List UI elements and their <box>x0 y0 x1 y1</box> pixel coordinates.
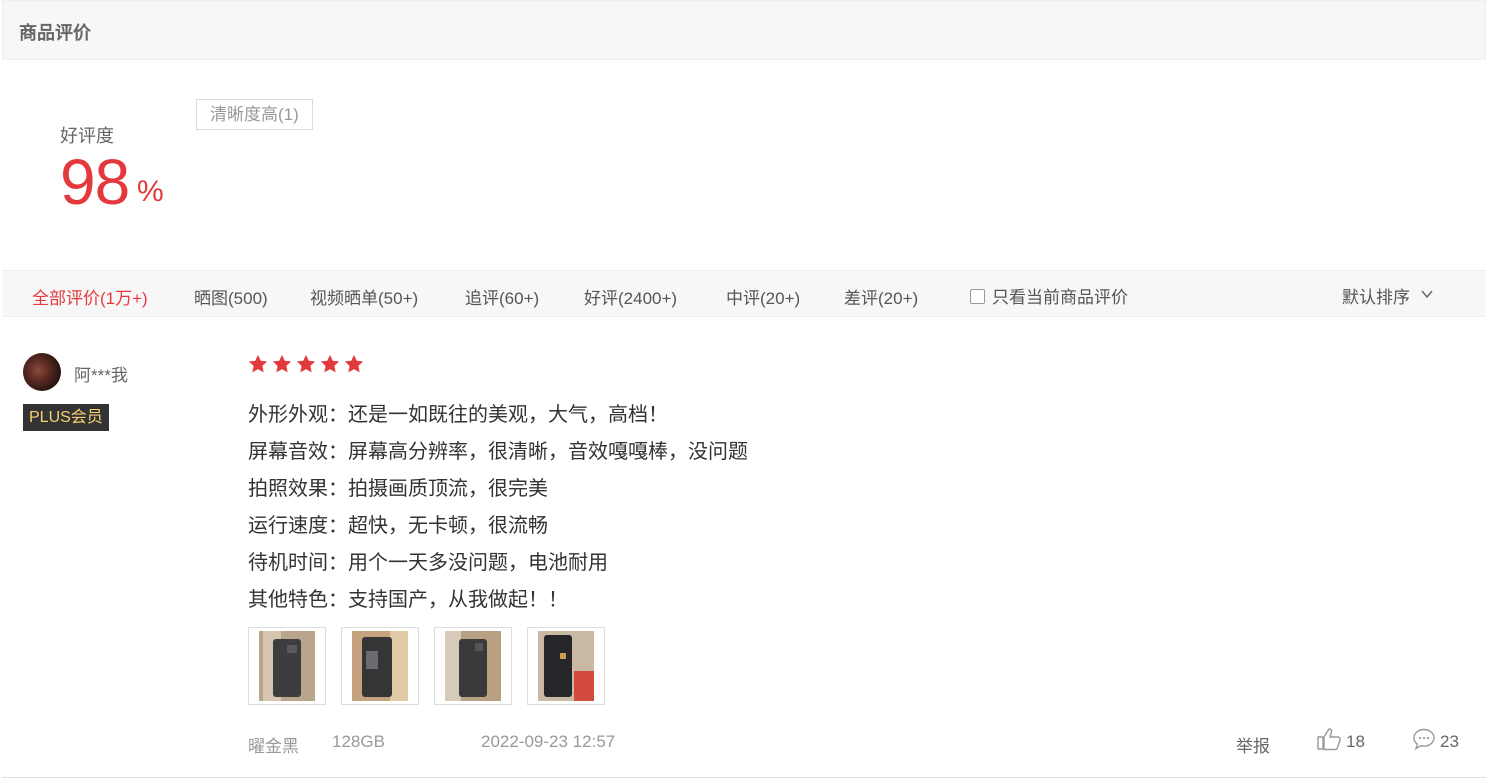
thumbs-up-icon <box>1317 728 1341 751</box>
filter-bar: 全部评价(1万+) 晒图(500) 视频晒单(50+) 追评(60+) 好评(2… <box>2 270 1486 317</box>
photo-image <box>259 631 315 701</box>
comment-count: 23 <box>1440 732 1459 751</box>
review-photo-thumbnail[interactable] <box>527 627 605 705</box>
review-text-line: 运行速度：超快，无卡顿，很流畅 <box>248 515 548 537</box>
review-text-line: 拍照效果：拍摄画质顶流，很完美 <box>248 478 548 500</box>
photo-image <box>538 631 594 701</box>
rating-unit: % <box>137 175 164 208</box>
star-rating <box>247 353 367 375</box>
product-storage: 128GB <box>332 732 385 751</box>
tab-all-reviews[interactable]: 全部评价(1万+) <box>32 284 148 309</box>
divider <box>2 777 1486 778</box>
star-icon <box>296 354 316 373</box>
tab-follow-up[interactable]: 追评(60+) <box>465 284 539 309</box>
tab-negative[interactable]: 差评(20+) <box>844 284 918 309</box>
star-icon <box>272 354 292 373</box>
review-text-line: 待机时间：用个一天多没问题，电池耐用 <box>248 552 608 574</box>
only-current-label: 只看当前商品评价 <box>992 288 1128 307</box>
photo-image <box>445 631 501 701</box>
tab-photos[interactable]: 晒图(500) <box>194 284 268 309</box>
product-color: 曜金黑 <box>248 737 299 756</box>
review-photo-thumbnail[interactable] <box>434 627 512 705</box>
rating-label: 好评度 <box>60 126 114 146</box>
username: 阿***我 <box>74 366 128 385</box>
sort-dropdown[interactable]: 默认排序 <box>1342 283 1433 308</box>
like-button[interactable]: 18 <box>1316 727 1365 752</box>
review-date: 2022-09-23 12:57 <box>481 732 616 751</box>
comment-button[interactable]: 23 <box>1412 727 1459 752</box>
tab-neutral[interactable]: 中评(20+) <box>726 284 800 309</box>
photo-image <box>352 631 408 701</box>
review-text-line: 屏幕音效：屏幕高分辨率，很清晰，音效嘎嘎棒，没问题 <box>248 441 748 463</box>
header-bar: 商品评价 <box>2 0 1486 60</box>
only-current-checkbox[interactable] <box>970 289 985 304</box>
tab-video[interactable]: 视频晒单(50+) <box>310 284 418 309</box>
chevron-down-icon <box>1421 290 1433 299</box>
tab-positive[interactable]: 好评(2400+) <box>584 284 677 309</box>
review-photo-thumbnail[interactable] <box>341 627 419 705</box>
section-title: 商品评价 <box>19 23 91 43</box>
star-icon <box>344 354 364 373</box>
like-count: 18 <box>1346 732 1365 751</box>
review-text-line: 外形外观：还是一如既往的美观，大气，高档！ <box>248 404 668 426</box>
review-text-line: 其他特色：支持国产，从我做起！！ <box>248 589 568 611</box>
report-link[interactable]: 举报 <box>1236 732 1270 757</box>
sort-label: 默认排序 <box>1342 288 1410 307</box>
comment-bubble-icon <box>1413 728 1435 751</box>
star-icon <box>248 354 268 373</box>
only-current-filter[interactable]: 只看当前商品评价 <box>970 283 1128 308</box>
star-icon <box>320 354 340 373</box>
rating-value: 98 <box>60 146 130 218</box>
review-tag[interactable]: 清晰度高(1) <box>196 99 313 130</box>
review-photo-thumbnail[interactable] <box>248 627 326 705</box>
avatar[interactable] <box>23 353 61 391</box>
plus-member-badge: PLUS会员 <box>23 404 109 431</box>
